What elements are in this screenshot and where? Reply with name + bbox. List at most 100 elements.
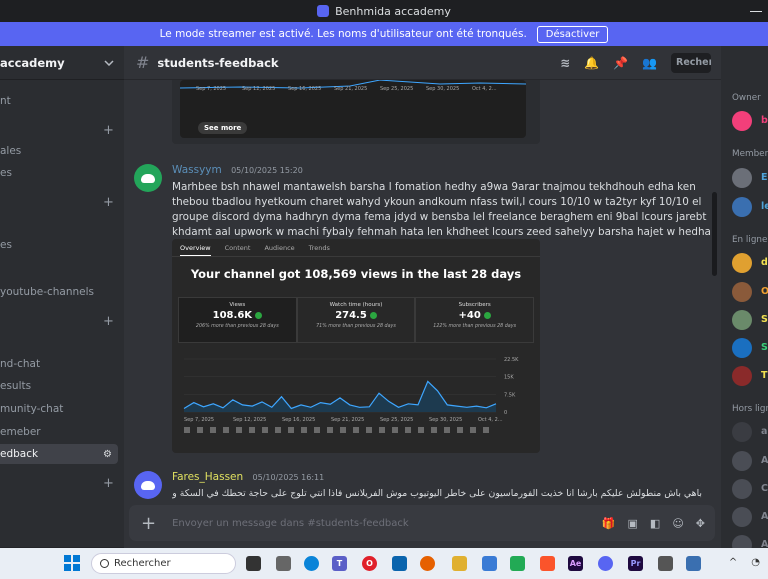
search-icon [100, 559, 109, 568]
opera-icon[interactable]: O [362, 556, 377, 571]
member-name[interactable]: C [761, 483, 768, 494]
member-avatar[interactable] [732, 366, 752, 386]
gif-icon[interactable]: ▣ [628, 517, 638, 530]
member-avatar[interactable] [732, 451, 752, 471]
member-name[interactable]: le [761, 201, 768, 212]
widgets-icon[interactable] [276, 556, 291, 571]
brave-icon[interactable] [540, 556, 555, 571]
file-explorer-icon[interactable] [452, 556, 467, 571]
member-avatar[interactable] [732, 282, 752, 302]
channel-item[interactable]: emeber [0, 426, 41, 438]
mail-icon[interactable] [392, 556, 407, 571]
after-effects-icon[interactable]: Ae [568, 556, 583, 571]
server-header[interactable]: accademy [0, 46, 124, 80]
analytics-tab[interactable]: Content [225, 244, 251, 252]
tray-chevron-up-icon[interactable]: ^ [729, 557, 737, 568]
firefox-icon[interactable] [420, 556, 435, 571]
channel-item[interactable]: esults [0, 380, 31, 392]
member-avatar[interactable] [732, 422, 752, 442]
metric-card[interactable]: Subscribers +40 122% more than previous 28… [415, 297, 535, 343]
channel-item[interactable]: es [0, 167, 12, 179]
youtube-analytics-screenshot[interactable]: Overview Content Audience Trends Your chann… [172, 239, 540, 453]
taskbar-search[interactable]: Rechercher [91, 553, 236, 574]
member-avatar[interactable] [732, 535, 752, 548]
member-avatar[interactable] [732, 111, 752, 131]
analytics-tab[interactable]: Audience [264, 244, 294, 252]
video-marker-icon [340, 427, 346, 433]
analytics-tab[interactable]: Overview [180, 244, 211, 256]
member-avatar[interactable] [732, 197, 752, 217]
member-name[interactable]: T [761, 370, 767, 381]
teams-icon[interactable]: T [332, 556, 347, 571]
search-input[interactable]: Rechercher [671, 53, 711, 73]
message-input[interactable]: Envoyer un message dans #students-feedba… [172, 518, 409, 529]
threads-icon[interactable]: ≋ [560, 56, 570, 70]
add-channel-icon[interactable]: + [103, 195, 114, 210]
member-name[interactable]: d [761, 257, 768, 268]
message-text: باهي باش منطولش عليكم بارشا انا خذيت الف… [172, 488, 702, 499]
add-attachment-icon[interactable]: + [141, 513, 156, 534]
member-name[interactable]: O [761, 286, 768, 297]
see-more-button[interactable]: See more [198, 122, 248, 134]
premiere-pro-icon[interactable]: Pr [628, 556, 643, 571]
notification-bell-icon[interactable]: 🔔 [584, 56, 599, 70]
minimize-icon[interactable] [750, 10, 762, 12]
metric-card[interactable]: Watch time (hours) 274.5 71% more than pre… [296, 297, 416, 343]
chart-tick-label: Sep 12, 2025 [242, 86, 276, 92]
message-composer[interactable]: + Envoyer un message dans #students-feed… [129, 505, 715, 541]
member-name[interactable]: S [761, 342, 768, 353]
discord-avatar-icon[interactable] [134, 471, 162, 499]
sticker-icon[interactable]: ◧ [650, 517, 660, 530]
author-name[interactable]: Wassyym [172, 164, 222, 176]
gift-icon[interactable]: 🎁 [602, 517, 616, 530]
app-icon[interactable] [658, 556, 673, 571]
member-name[interactable]: A [761, 539, 768, 548]
video-marker-icon [366, 427, 372, 433]
channel-item[interactable]: ales [0, 145, 21, 157]
windows-start-icon[interactable] [64, 555, 80, 571]
channel-item[interactable]: nd-chat [0, 358, 40, 370]
channel-item-students-feedback[interactable]: edback ⚙ [0, 444, 118, 464]
chat-scrollbar[interactable] [712, 192, 717, 276]
disable-streamer-button[interactable]: Désactiver [536, 25, 609, 43]
app-icon[interactable] [510, 556, 525, 571]
arrow-up-icon [255, 311, 263, 319]
author-name[interactable]: Fares_Hassen [172, 471, 243, 483]
member-name[interactable]: A [761, 511, 768, 522]
channel-item[interactable]: youtube-channels [0, 286, 94, 298]
emoji-icon[interactable]: ☺ [672, 517, 683, 530]
apps-icon[interactable]: ✥ [696, 517, 705, 530]
metric-card[interactable]: Views 108.6K 206% more than previous 28 da… [178, 297, 297, 343]
member-name[interactable]: a [761, 426, 767, 437]
member-name[interactable]: E [761, 172, 768, 183]
member-avatar[interactable] [732, 168, 752, 188]
member-avatar[interactable] [732, 338, 752, 358]
settings-gear-icon[interactable]: ⚙ [103, 449, 112, 460]
member-name[interactable]: b [761, 115, 768, 126]
add-channel-icon[interactable]: + [103, 314, 114, 329]
store-icon[interactable] [482, 556, 497, 571]
member-avatar[interactable] [732, 507, 752, 527]
channel-item[interactable]: es [0, 239, 12, 251]
metric-label: Subscribers [458, 302, 491, 308]
member-avatar[interactable] [732, 253, 752, 273]
add-channel-icon[interactable]: + [103, 476, 114, 491]
member-avatar[interactable] [732, 479, 752, 499]
analytics-tab[interactable]: Trends [309, 244, 330, 252]
member-name[interactable]: A [761, 455, 768, 466]
discord-taskbar-icon[interactable] [598, 556, 613, 571]
channel-item[interactable]: munity-chat [0, 403, 63, 415]
channel-item[interactable]: nt [0, 95, 11, 107]
add-channel-icon[interactable]: + [103, 123, 114, 138]
y-tick-label: 22.5K [504, 357, 519, 363]
metric-note: 122% more than previous 28 days [433, 324, 517, 329]
member-avatar[interactable] [732, 310, 752, 330]
app-icon[interactable] [686, 556, 701, 571]
member-name[interactable]: S [761, 314, 768, 325]
task-view-icon[interactable] [246, 556, 261, 571]
edge-browser-icon[interactable] [304, 556, 319, 571]
pin-icon[interactable]: 📌 [613, 56, 628, 70]
discord-avatar-icon[interactable] [134, 164, 162, 192]
member-list-icon[interactable]: 👥 [642, 56, 657, 70]
network-icon[interactable]: ◔ [751, 557, 760, 568]
